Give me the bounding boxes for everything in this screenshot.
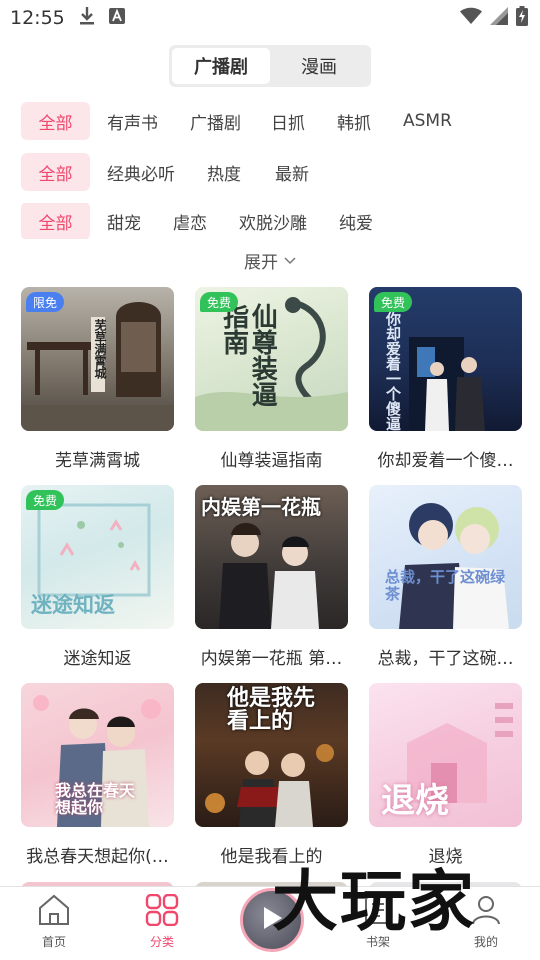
cover-title-art: 芜草满霄城 [93, 319, 107, 379]
cover-title-art: 你却爱着一个傻逼 [384, 311, 402, 431]
limited-free-badge: 限免 [26, 292, 65, 312]
watermark: 大玩家 [272, 862, 476, 940]
filter-type-japanese[interactable]: 日抓 [271, 102, 305, 140]
filter-sort-all[interactable]: 全部 [21, 153, 90, 191]
drama-card[interactable]: 免费 仙尊装逼指南 仙尊装逼指南 [195, 287, 348, 485]
drama-card[interactable]: 我总在春天想起你 我总春天想起你(… [21, 683, 174, 881]
cover-title-art: 内娱第一花瓶 [201, 495, 321, 519]
free-badge: 免费 [200, 292, 239, 312]
drama-title: 内娱第一花瓶 第… [200, 649, 343, 669]
drama-card[interactable]: 内娱第一花瓶 内娱第一花瓶 第… [195, 485, 348, 683]
filter-type-korean[interactable]: 韩抓 [337, 102, 371, 140]
filter-type-all[interactable]: 全部 [21, 102, 90, 140]
cover-title-art: 我总在春天想起你 [55, 781, 136, 817]
battery-charging-icon [516, 6, 528, 30]
cover-title-art: 他是我先看上的 [227, 685, 316, 735]
drama-cover: 退烧 [369, 683, 522, 827]
drama-title: 总裁，干了这碗… [377, 649, 514, 669]
drama-title: 芜草满霄城 [55, 451, 140, 471]
filter-type-audiobook[interactable]: 有声书 [107, 102, 158, 140]
drama-cover: 免费 迷途知返 [21, 485, 174, 629]
filter-row-genre: 全部 甜宠 虐恋 欢脱沙雕 纯爱 [21, 203, 540, 239]
drama-card[interactable]: 退烧 退烧 [369, 683, 522, 881]
drama-cover: 限免 芜草满霄城 [21, 287, 174, 431]
filter-type-radio-drama[interactable]: 广播剧 [190, 102, 241, 140]
chevron-down-icon [284, 250, 296, 270]
filter-genre-comedy[interactable]: 欢脱沙雕 [239, 203, 307, 239]
filter-sort-hot[interactable]: 热度 [207, 153, 241, 191]
drama-cover: 内娱第一花瓶 [195, 485, 348, 629]
signal-icon [490, 7, 508, 29]
drama-card[interactable]: 限免 芜草满霄城 芜草满霄城 [21, 287, 174, 485]
drama-cover: 总裁，干了这碗绿茶 [369, 485, 522, 629]
drama-cover: 他是我先看上的 [195, 683, 348, 827]
drama-card[interactable]: 免费 你却爱着一个傻逼 你却爱着一个傻… [369, 287, 522, 485]
filter-genre-sweet[interactable]: 甜宠 [107, 203, 141, 239]
drama-card[interactable]: 总裁，干了这碗绿茶 总裁，干了这碗… [369, 485, 522, 683]
expand-label: 展开 [244, 252, 278, 273]
status-right [460, 6, 528, 30]
free-badge: 免费 [374, 292, 413, 312]
category-icon [145, 893, 179, 929]
tab-category-label: 分类 [149, 935, 174, 949]
download-icon [79, 6, 95, 30]
filter-sort-latest[interactable]: 最新 [275, 153, 309, 191]
status-bar: 12:55 [0, 0, 540, 36]
drama-cover: 免费 仙尊装逼指南 [195, 287, 348, 431]
drama-card[interactable]: 他是我先看上的 他是我看上的 [195, 683, 348, 881]
cover-title-art: 迷途知返 [31, 592, 115, 617]
tab-profile-label: 我的 [473, 935, 498, 949]
cover-title-art: 仙尊装逼指南 [218, 303, 278, 407]
filter-type-asmr[interactable]: ASMR [403, 102, 452, 140]
drama-title: 迷途知返 [63, 649, 132, 669]
filter-sort-classic[interactable]: 经典必听 [107, 153, 175, 191]
clock: 12:55 [10, 7, 65, 29]
home-icon [37, 894, 71, 929]
filter-panel: 全部 有声书 广播剧 日抓 韩抓 ASMR 全部 经典必听 热度 最新 全部 甜… [0, 101, 540, 239]
drama-title: 你却爱着一个傻… [377, 451, 514, 471]
segment-tab-comics[interactable]: 漫画 [270, 48, 368, 84]
cover-title-art: 总裁，干了这碗绿茶 [385, 568, 506, 604]
drama-card[interactable]: 免费 迷途知返 迷途知返 [21, 485, 174, 683]
segment-control: 广播剧 漫画 [169, 45, 371, 87]
expand-filters-button[interactable]: 展开 [0, 239, 540, 281]
tab-home[interactable]: 首页 [0, 887, 108, 960]
segment-tab-radio-drama[interactable]: 广播剧 [172, 48, 270, 84]
app-notification-icon [108, 8, 125, 28]
filter-genre-angst[interactable]: 虐恋 [173, 203, 207, 239]
drama-cover: 我总在春天想起你 [21, 683, 174, 827]
free-badge: 免费 [26, 490, 65, 510]
cover-title-art: 退烧 [381, 781, 449, 821]
filter-row-type: 全部 有声书 广播剧 日抓 韩抓 ASMR [21, 101, 540, 141]
drama-grid: 限免 芜草满霄城 芜草满霄城 免费 仙尊装逼指南 仙尊装逼指南 免费 你却爱着一… [0, 287, 540, 881]
tab-home-label: 首页 [41, 935, 66, 949]
filter-row-sort: 全部 经典必听 热度 最新 [21, 152, 540, 192]
drama-title: 仙尊装逼指南 [220, 451, 323, 471]
drama-title: 我总春天想起你(… [26, 847, 169, 867]
filter-genre-pure-love[interactable]: 纯爱 [339, 203, 373, 239]
filter-genre-all[interactable]: 全部 [21, 203, 90, 239]
tab-category[interactable]: 分类 [108, 887, 216, 960]
status-left: 12:55 [10, 6, 125, 30]
wifi-icon [460, 7, 482, 29]
segment-wrap: 广播剧 漫画 [0, 45, 540, 87]
drama-cover: 免费 你却爱着一个傻逼 [369, 287, 522, 431]
